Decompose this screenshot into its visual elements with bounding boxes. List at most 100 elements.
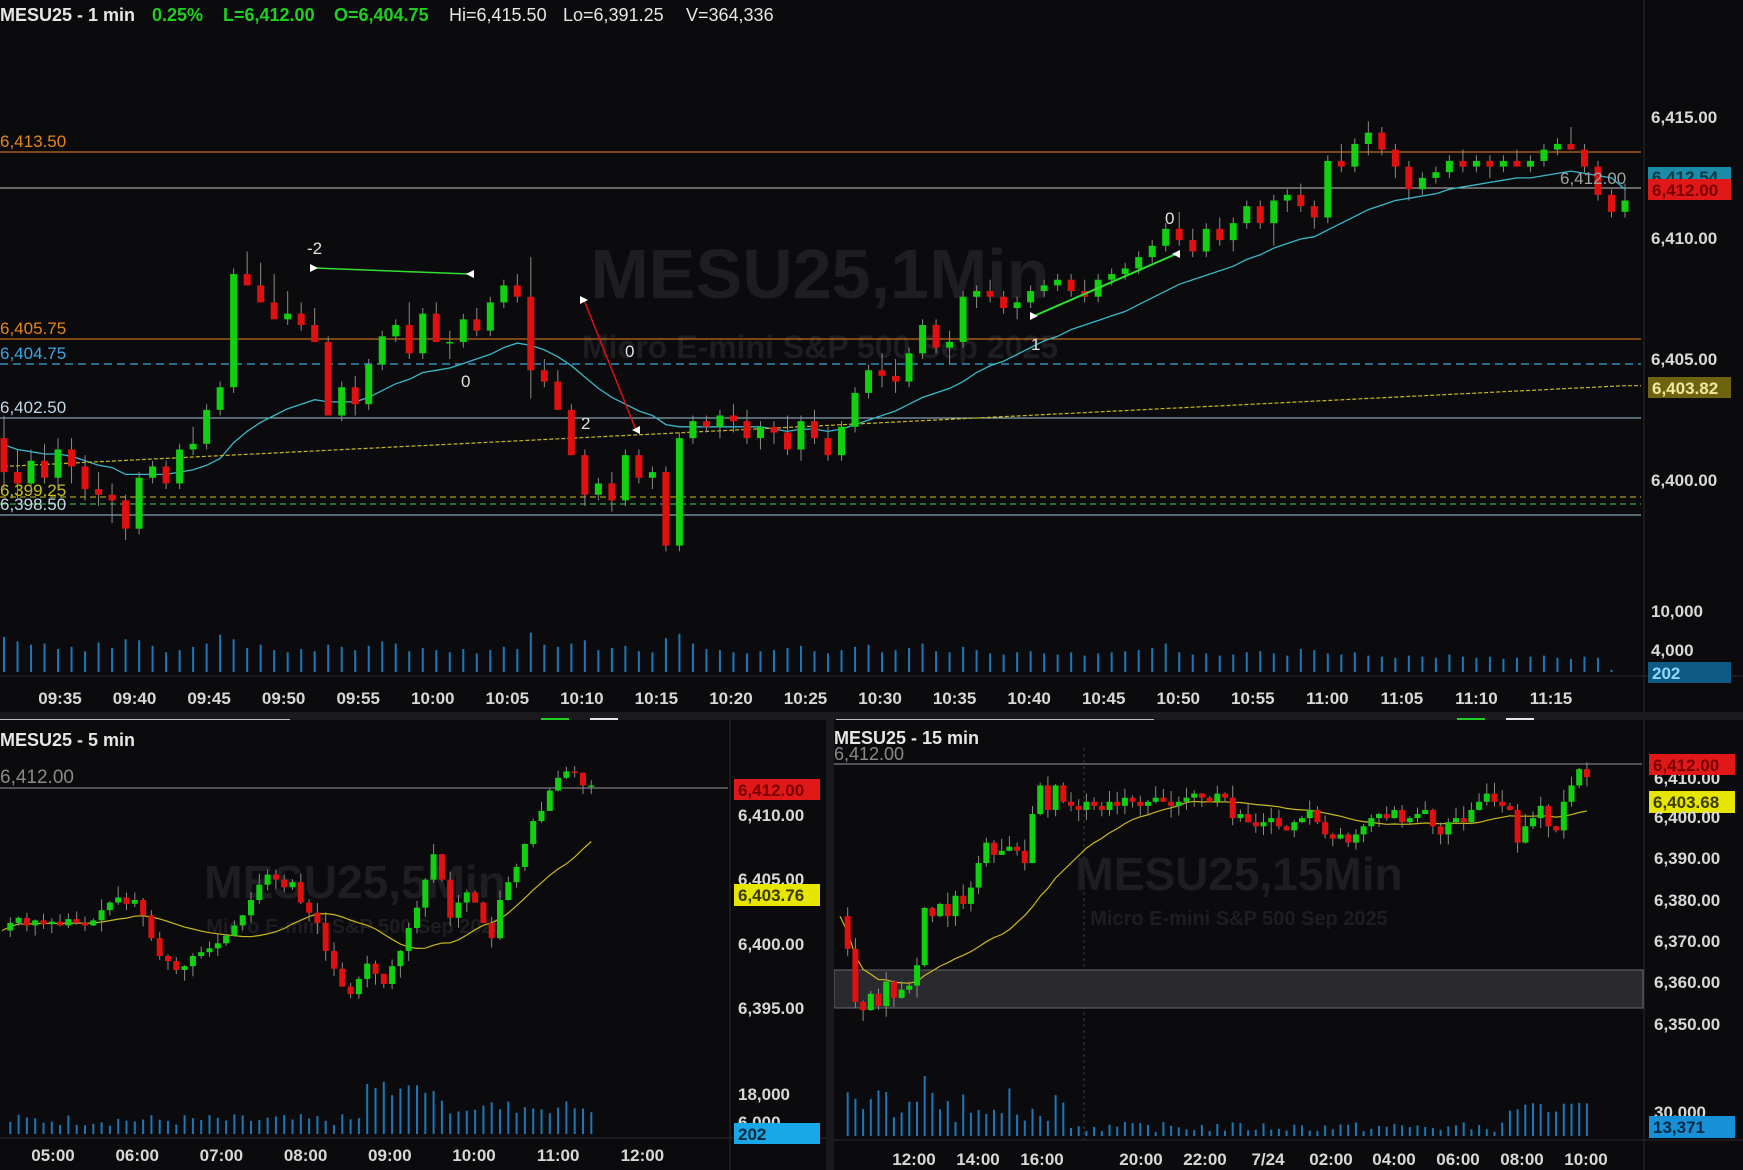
volume-bar xyxy=(908,1101,911,1136)
candle xyxy=(1324,155,1332,224)
volume-bar xyxy=(1254,1129,1257,1136)
time-tick: 10:30 xyxy=(858,689,901,708)
volume-bar xyxy=(1016,652,1019,672)
volume-bar xyxy=(1583,656,1586,672)
swing-label: 0 xyxy=(461,372,470,391)
volume-bar xyxy=(1570,1103,1573,1136)
price-tag-sma: 6,403.82 xyxy=(1652,379,1718,398)
candle xyxy=(480,901,487,924)
vertical-divider[interactable] xyxy=(826,720,834,1170)
volume-bar xyxy=(1100,1131,1103,1136)
volume-bar xyxy=(894,650,897,672)
candle xyxy=(230,268,238,393)
volume-bar xyxy=(1299,649,1302,672)
candle xyxy=(338,381,346,422)
open-price: O=6,404.75 xyxy=(334,5,429,25)
volume-bar xyxy=(892,1117,895,1136)
volume-bar xyxy=(516,649,519,672)
price-tick: 6,410.00 xyxy=(738,806,804,825)
volume-bar xyxy=(1485,1129,1488,1136)
volume-bar xyxy=(457,1111,460,1134)
volume-bar xyxy=(759,651,762,672)
volume-bar xyxy=(291,1119,294,1134)
volume-bar xyxy=(216,1117,219,1134)
volume-bar xyxy=(840,650,843,672)
volume-bar xyxy=(862,1109,865,1136)
volume-bar xyxy=(1200,1124,1203,1136)
volume-bar xyxy=(691,643,694,672)
watermark-15min: MESU25,15Min xyxy=(1075,848,1402,900)
time-tick: 09:40 xyxy=(113,689,156,708)
volume-bar xyxy=(900,1112,903,1136)
volume-bar xyxy=(448,652,451,672)
volume-bar xyxy=(543,644,546,672)
panel-divider[interactable] xyxy=(0,712,1743,721)
volume-bar xyxy=(465,1110,468,1134)
time-tick: 12:00 xyxy=(892,1150,935,1169)
volume-bar xyxy=(1270,1129,1273,1136)
symbol-title-15min[interactable]: MESU25 - 15 min xyxy=(834,728,979,748)
volume-bar xyxy=(462,649,465,672)
price-tick: 6,390.00 xyxy=(1654,849,1720,868)
time-tick: 09:55 xyxy=(336,689,379,708)
chart-15min-svg[interactable]: MESU25,15Min Micro E-mini S&P 500 Sep 20… xyxy=(834,720,1743,1170)
volume-bar xyxy=(1462,1122,1465,1136)
volume-bar xyxy=(125,1120,128,1134)
volume-bar xyxy=(490,1102,493,1134)
volume-bar xyxy=(57,649,60,672)
volume-bar xyxy=(1154,1131,1157,1136)
volume-bar xyxy=(1177,1127,1180,1136)
volume-bar xyxy=(274,1116,277,1134)
chart-1min-panel[interactable]: MESU25,1Min Micro E-mini S&P 500 Sep 202… xyxy=(0,0,1743,712)
symbol-title[interactable]: MESU25 - 1 min xyxy=(0,5,135,25)
volume-bar xyxy=(1556,657,1559,672)
volume-bar xyxy=(678,633,681,672)
chart-15min-panel[interactable]: MESU25,15Min Micro E-mini S&P 500 Sep 20… xyxy=(834,720,1743,1170)
volume-bar xyxy=(582,1108,584,1134)
volume-bar xyxy=(954,1121,957,1136)
volume-bar xyxy=(583,640,586,672)
candle xyxy=(662,466,670,552)
volume-bar xyxy=(1569,658,1572,672)
volume-bar xyxy=(1516,1109,1519,1136)
volume-bar xyxy=(1416,1125,1419,1136)
volume-bar xyxy=(381,641,384,672)
volume-bar xyxy=(208,1115,211,1134)
volume-bar xyxy=(25,1117,28,1134)
price-tick: 6,370.00 xyxy=(1654,932,1720,951)
chart-5min-svg[interactable]: MESU25,5Min Micro E-mini S&P 500 Sep 202… xyxy=(0,720,826,1170)
candle xyxy=(546,788,553,811)
volume-bar xyxy=(59,1125,62,1134)
volume-bar xyxy=(1478,1124,1481,1136)
time-tick: 08:00 xyxy=(1500,1150,1543,1169)
volume-bar xyxy=(1539,1104,1542,1136)
candle xyxy=(937,902,944,918)
volume-bar xyxy=(1380,656,1383,672)
volume-bar xyxy=(854,646,857,672)
volume-bar xyxy=(1461,656,1464,672)
price-tag-last: 6,412.00 xyxy=(1653,756,1719,775)
symbol-title-5min[interactable]: MESU25 - 5 min xyxy=(0,730,135,750)
volume-bar xyxy=(1147,1124,1149,1136)
volume-bar xyxy=(108,1125,111,1134)
volume-bar xyxy=(1124,651,1127,672)
volume-bar xyxy=(9,1121,12,1134)
candle xyxy=(486,296,494,337)
level-label-6398.50: 6,398.50 xyxy=(0,495,66,514)
time-axis-1min[interactable]: 09:35 09:40 09:45 09:50 09:55 10:00 10:05 10:10… xyxy=(38,689,1572,708)
volume-bar xyxy=(67,1115,70,1134)
volume-bar xyxy=(854,1098,857,1136)
price-tick: 6,400.00 xyxy=(1651,471,1717,490)
chart-1min-svg[interactable]: MESU25,1Min Micro E-mini S&P 500 Sep 202… xyxy=(0,0,1743,712)
volume-bar xyxy=(1097,653,1100,672)
chart-5min-panel[interactable]: MESU25,5Min Micro E-mini S&P 500 Sep 202… xyxy=(0,720,826,1170)
volume-bar xyxy=(435,650,438,672)
volume-bar xyxy=(921,643,924,672)
price-tick: 6,400.00 xyxy=(738,935,804,954)
volume-bar xyxy=(1578,1102,1581,1136)
volume-bar xyxy=(232,639,235,672)
volume-bar xyxy=(1555,1111,1558,1136)
volume-bar xyxy=(1424,1127,1427,1136)
time-tick: 06:00 xyxy=(1436,1150,1479,1169)
time-tick: 05:00 xyxy=(31,1146,74,1165)
